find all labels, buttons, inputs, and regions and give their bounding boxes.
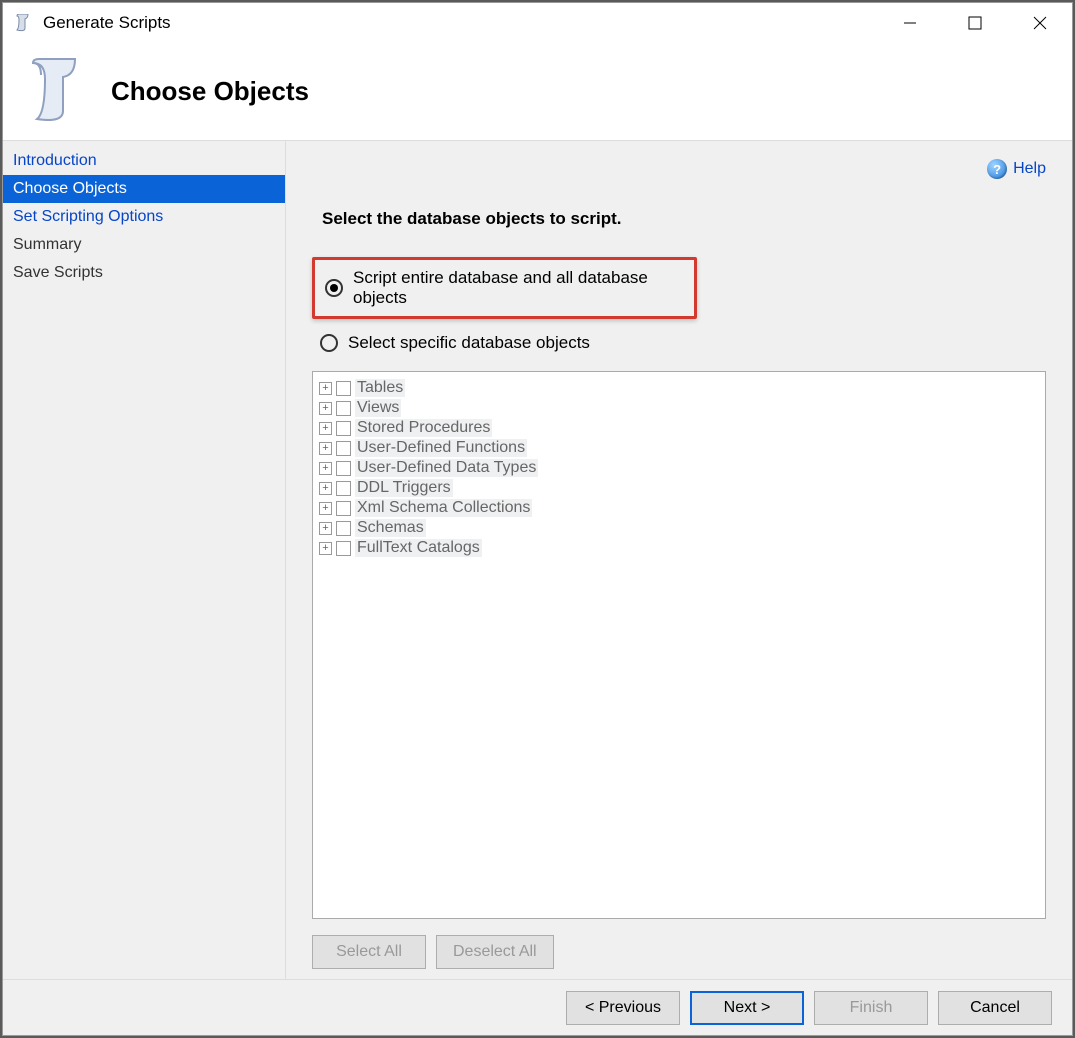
tree-label: DDL Triggers xyxy=(355,479,453,497)
checkbox[interactable] xyxy=(336,461,351,476)
window-controls xyxy=(877,3,1072,43)
tree-label: User-Defined Functions xyxy=(355,439,527,457)
tree-item-ddl-triggers[interactable]: + DDL Triggers xyxy=(317,478,1041,498)
tree-label: User-Defined Data Types xyxy=(355,459,538,477)
tree-label: Schemas xyxy=(355,519,426,537)
tree-item-user-defined-functions[interactable]: + User-Defined Functions xyxy=(317,438,1041,458)
radio-label: Script entire database and all database … xyxy=(353,268,684,308)
sidebar-item-summary[interactable]: Summary xyxy=(3,231,285,259)
wizard-body: Introduction Choose Objects Set Scriptin… xyxy=(3,141,1072,979)
expand-icon[interactable]: + xyxy=(319,522,332,535)
tree-item-tables[interactable]: + Tables xyxy=(317,378,1041,398)
deselect-all-button[interactable]: Deselect All xyxy=(436,935,554,969)
selection-buttons: Select All Deselect All xyxy=(312,935,1046,969)
tree-item-schemas[interactable]: + Schemas xyxy=(317,518,1041,538)
sidebar-item-save-scripts[interactable]: Save Scripts xyxy=(3,259,285,287)
page-title: Choose Objects xyxy=(111,76,309,107)
tree-label: Views xyxy=(355,399,401,417)
tree-item-stored-procedures[interactable]: + Stored Procedures xyxy=(317,418,1041,438)
titlebar: Generate Scripts xyxy=(3,3,1072,43)
tree-item-fulltext-catalogs[interactable]: + FullText Catalogs xyxy=(317,538,1041,558)
expand-icon[interactable]: + xyxy=(319,542,332,555)
radio-script-all[interactable]: Script entire database and all database … xyxy=(312,257,697,319)
minimize-button[interactable] xyxy=(877,3,942,43)
checkbox[interactable] xyxy=(336,381,351,396)
tree-item-user-defined-data-types[interactable]: + User-Defined Data Types xyxy=(317,458,1041,478)
checkbox[interactable] xyxy=(336,481,351,496)
radio-select-specific[interactable]: Select specific database objects xyxy=(312,327,1046,359)
tree-item-views[interactable]: + Views xyxy=(317,398,1041,418)
sidebar-item-set-scripting-options[interactable]: Set Scripting Options xyxy=(3,203,285,231)
radio-icon xyxy=(325,279,343,297)
sidebar-item-introduction[interactable]: Introduction xyxy=(3,147,285,175)
checkbox[interactable] xyxy=(336,521,351,536)
select-all-button[interactable]: Select All xyxy=(312,935,426,969)
expand-icon[interactable]: + xyxy=(319,402,332,415)
checkbox[interactable] xyxy=(336,541,351,556)
expand-icon[interactable]: + xyxy=(319,482,332,495)
wizard-window: Generate Scripts Choose Objects Introd xyxy=(2,2,1073,1036)
help-row: ? Help xyxy=(312,159,1046,179)
next-button[interactable]: Next > xyxy=(690,991,804,1025)
expand-icon[interactable]: + xyxy=(319,502,332,515)
expand-icon[interactable]: + xyxy=(319,422,332,435)
expand-icon[interactable]: + xyxy=(319,442,332,455)
instruction-text: Select the database objects to script. xyxy=(322,209,1046,229)
checkbox[interactable] xyxy=(336,401,351,416)
app-icon xyxy=(13,13,33,33)
expand-icon[interactable]: + xyxy=(319,462,332,475)
checkbox[interactable] xyxy=(336,441,351,456)
help-link[interactable]: Help xyxy=(1013,160,1046,178)
object-tree[interactable]: + Tables + Views + Stored Procedures + xyxy=(312,371,1046,919)
checkbox[interactable] xyxy=(336,501,351,516)
help-icon: ? xyxy=(987,159,1007,179)
tree-label: Tables xyxy=(355,379,405,397)
script-icon xyxy=(23,57,85,127)
tree-label: Xml Schema Collections xyxy=(355,499,532,517)
close-button[interactable] xyxy=(1007,3,1072,43)
tree-label: FullText Catalogs xyxy=(355,539,482,557)
finish-button[interactable]: Finish xyxy=(814,991,928,1025)
radio-label: Select specific database objects xyxy=(348,333,590,353)
sidebar-item-choose-objects[interactable]: Choose Objects xyxy=(3,175,285,203)
wizard-header: Choose Objects xyxy=(3,43,1072,141)
radio-icon xyxy=(320,334,338,352)
maximize-button[interactable] xyxy=(942,3,1007,43)
sidebar: Introduction Choose Objects Set Scriptin… xyxy=(3,141,286,979)
tree-label: Stored Procedures xyxy=(355,419,492,437)
main-panel: ? Help Select the database objects to sc… xyxy=(286,141,1072,979)
checkbox[interactable] xyxy=(336,421,351,436)
tree-item-xml-schema-collections[interactable]: + Xml Schema Collections xyxy=(317,498,1041,518)
cancel-button[interactable]: Cancel xyxy=(938,991,1052,1025)
previous-button[interactable]: < Previous xyxy=(566,991,680,1025)
wizard-footer: < Previous Next > Finish Cancel xyxy=(3,979,1072,1035)
expand-icon[interactable]: + xyxy=(319,382,332,395)
window-title: Generate Scripts xyxy=(43,13,877,33)
